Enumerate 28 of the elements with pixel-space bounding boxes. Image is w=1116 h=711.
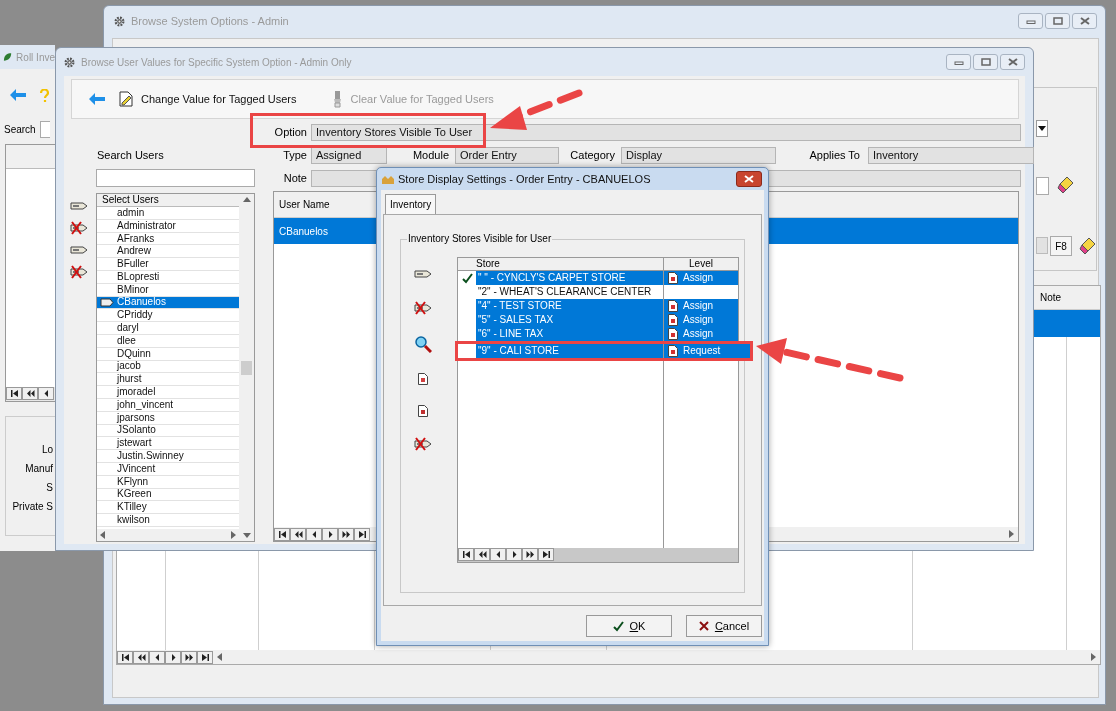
window-title: Store Display Settings - Order Entry - CBANUELOS — [398, 171, 651, 187]
column-header: Store — [458, 258, 664, 270]
field-label: Module — [411, 148, 450, 164]
field-label: Manuf — [25, 462, 53, 475]
table-cell: Assign — [683, 299, 713, 313]
table-cell: Request — [683, 344, 721, 358]
column-header: Level — [688, 258, 714, 270]
window-title: Roll Inve — [16, 50, 55, 65]
field-label: Note — [282, 171, 307, 187]
field-label: Option — [273, 125, 307, 141]
field-label: S — [46, 481, 53, 494]
group-title: Inventory Stores Visible for User — [407, 233, 553, 245]
search-label: Search — [4, 123, 36, 137]
list-header: Select Users — [97, 194, 239, 207]
window-title: Browse System Options - Admin — [131, 13, 289, 29]
table-cell: "9" - CALI STORE — [476, 344, 664, 358]
table-cell: Assign — [683, 313, 713, 327]
table-cell: Assign — [683, 271, 713, 285]
field-label: Lo — [41, 443, 53, 456]
table-cell: Assign — [683, 327, 713, 341]
field-label: Category — [569, 148, 616, 164]
column-header: Note — [1040, 291, 1062, 305]
field-label: Private S — [12, 500, 53, 513]
field-label: Type — [282, 148, 307, 164]
window-title: Browse User Values for Specific System Option - Admin Only — [81, 55, 352, 70]
field-label: Applies To — [808, 148, 861, 164]
table-cell: "6" - LINE TAX — [476, 327, 664, 341]
search-label: Search Users — [97, 148, 164, 163]
